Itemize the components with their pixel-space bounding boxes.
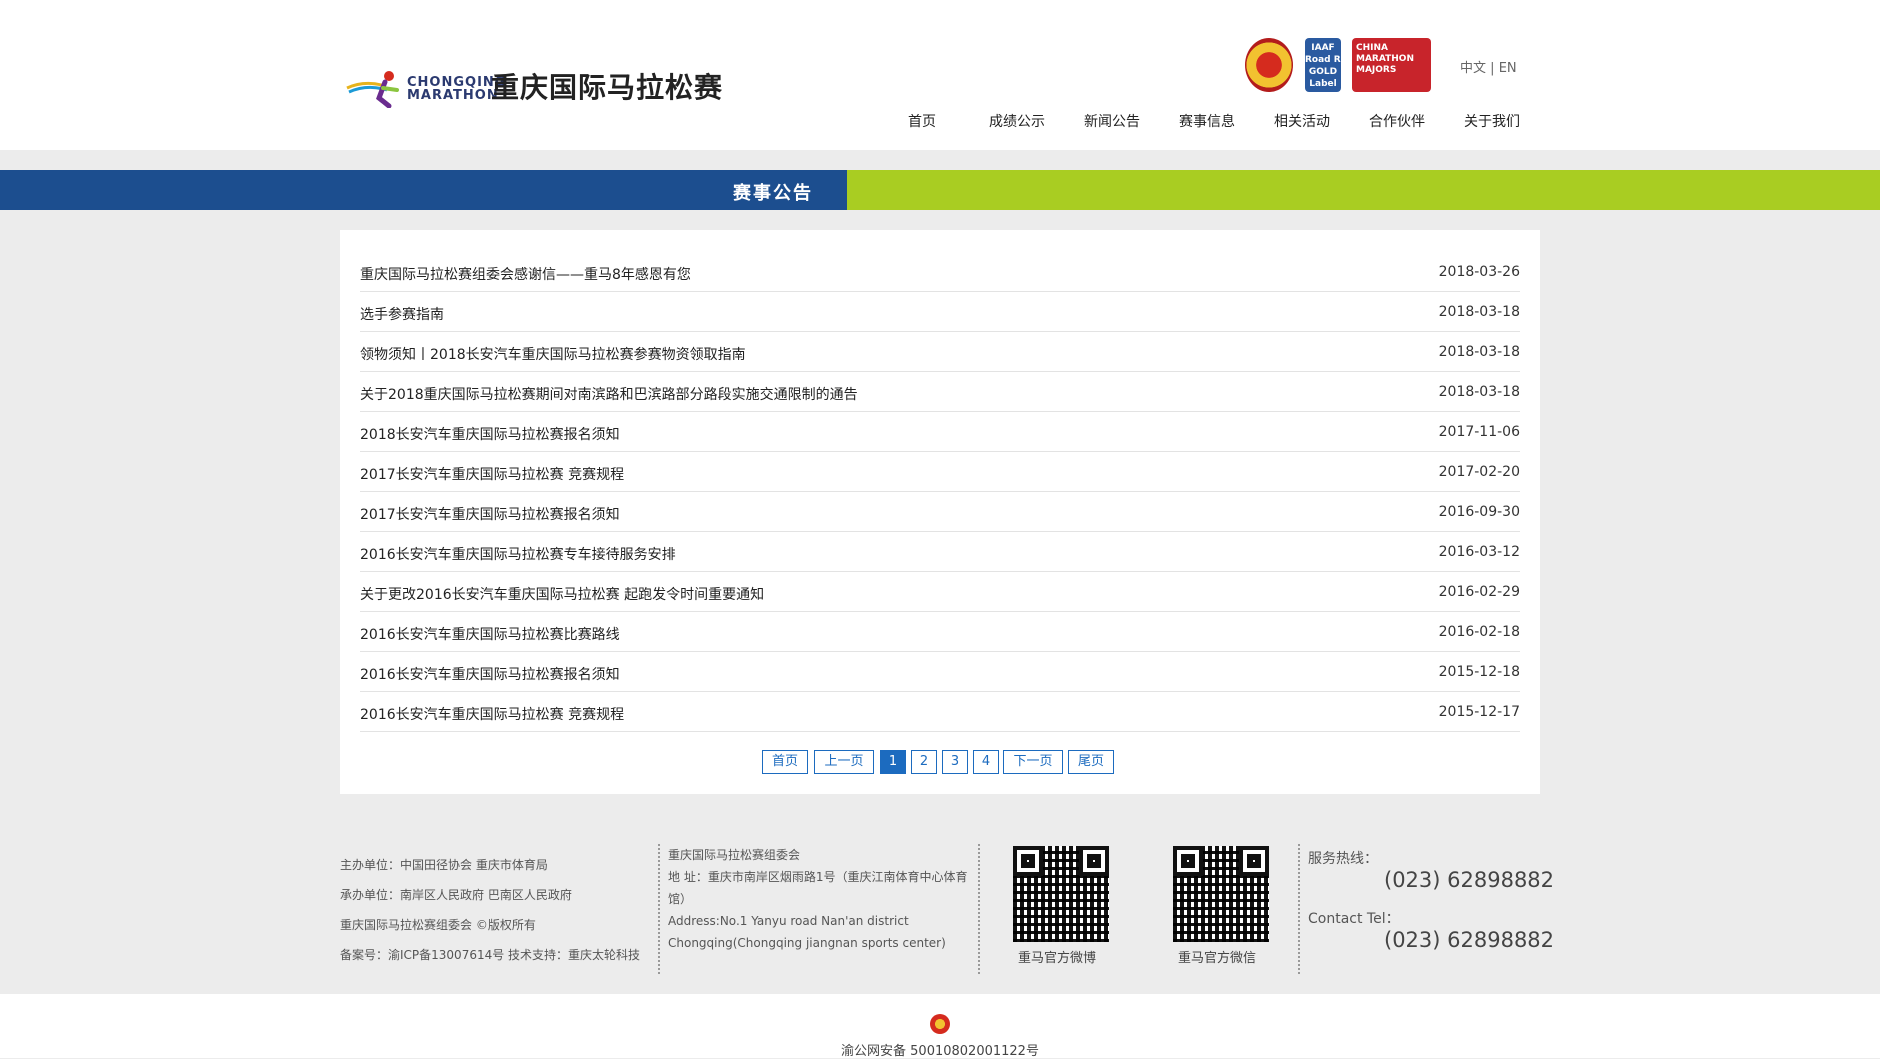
news-date: 2016-03-12 (1438, 544, 1520, 560)
nav-about[interactable]: 关于我们 (1464, 111, 1520, 131)
site-logo[interactable]: CHONGQING MARATHON 重庆国际马拉松赛 (345, 62, 722, 112)
news-title-link[interactable]: 选手参赛指南 (360, 304, 444, 324)
contact-tel-number: (023) 62898882 (1384, 928, 1555, 952)
pager-page-1[interactable]: 1 (880, 750, 906, 774)
list-item: 关于更改2016长安汽车重庆国际马拉松赛 起跑发令时间重要通知 2016-02-2… (360, 572, 1520, 612)
china-marathon-majors-badge: CHINA MARATHON MAJORS (1352, 38, 1431, 92)
list-item: 2016长安汽车重庆国际马拉松赛 竞赛规程 2015-12-17 (360, 692, 1520, 732)
contact-tel-label: Contact Tel： (1308, 911, 1400, 927)
lang-english-link[interactable]: EN (1499, 61, 1517, 76)
footer-address-en: Address:No.1 Yanyu road Nan'an district … (668, 914, 946, 950)
main-nav: 首页 成绩公示 新闻公告 赛事信息 相关活动 合作伙伴 关于我们 (0, 111, 1880, 133)
list-item: 2018长安汽车重庆国际马拉松赛报名须知 2017-11-06 (360, 412, 1520, 452)
weibo-qr-label: 重马官方微博 (1018, 951, 1097, 966)
list-item: 选手参赛指南 2018-03-18 (360, 292, 1520, 332)
lang-chinese-link[interactable]: 中文 (1460, 61, 1486, 76)
hotline-number: (023) 62898882 (1384, 868, 1555, 892)
runner-logo-icon (346, 71, 399, 108)
news-date: 2015-12-18 (1438, 664, 1520, 680)
nav-results[interactable]: 成绩公示 (989, 111, 1045, 131)
news-date: 2018-03-26 (1438, 264, 1520, 280)
pager-last-button[interactable]: 尾页 (1068, 750, 1114, 774)
list-item: 关于2018重庆国际马拉松赛期间对南滨路和巴滨路部分路段实施交通限制的通告 201… (360, 372, 1520, 412)
pager-page-3[interactable]: 3 (942, 750, 968, 774)
nav-home[interactable]: 首页 (908, 111, 936, 131)
footer-address: 重庆国际马拉松赛组委会 地 址：重庆市南岸区烟雨路1号（重庆江南体育中心体育馆）… (668, 844, 973, 954)
news-title-link[interactable]: 2016长安汽车重庆国际马拉松赛报名须知 (360, 664, 620, 684)
public-security-record[interactable]: 渝公网安备 50010802001122号 (0, 1040, 1880, 1059)
list-item: 2016长安汽车重庆国际马拉松赛报名须知 2015-12-18 (360, 652, 1520, 692)
list-item: 2016长安汽车重庆国际马拉松赛比赛路线 2016-02-18 (360, 612, 1520, 652)
pagination: 首页 上一页 1 2 3 4 下一页 尾页 (340, 750, 1540, 774)
list-item: 2017长安汽车重庆国际马拉松赛 竞赛规程 2017-02-20 (360, 452, 1520, 492)
footer-host-line: 主办单位：中国田径协会 重庆市体育局 (340, 858, 548, 872)
section-banner: 赛事公告 (0, 170, 1880, 210)
bottom-bar: 渝公网安备 50010802001122号 (0, 994, 1880, 1059)
iaaf-gold-label-badge: IAAF Road Race GOLD Label (1305, 38, 1358, 92)
list-item: 2017长安汽车重庆国际马拉松赛报名须知 2016-09-30 (360, 492, 1520, 532)
news-date: 2015-12-17 (1438, 704, 1520, 720)
footer-organizer-line: 承办单位：南岸区人民政府 巴南区人民政府 (340, 888, 572, 902)
pager-first-button[interactable]: 首页 (762, 750, 808, 774)
nav-activities[interactable]: 相关活动 (1274, 111, 1330, 131)
chinese-athletics-association-badge (1245, 38, 1293, 92)
news-date: 2018-03-18 (1438, 384, 1520, 400)
hotline-label: 服务热线： (1308, 851, 1378, 867)
nav-partners[interactable]: 合作伙伴 (1369, 111, 1425, 131)
site-footer: 主办单位：中国田径协会 重庆市体育局 承办单位：南岸区人民政府 巴南区人民政府 … (0, 814, 1880, 994)
language-switcher: 中文 | EN (1460, 57, 1517, 76)
footer-divider (1298, 844, 1300, 974)
banner-blue-band (0, 170, 847, 210)
footer-divider (978, 844, 980, 974)
footer-divider (658, 844, 660, 974)
news-title-link[interactable]: 2018长安汽车重庆国际马拉松赛报名须知 (360, 424, 620, 444)
police-badge-icon (930, 1014, 950, 1034)
footer-copyright-line: 重庆国际马拉松赛组委会 ©版权所有 (340, 918, 536, 932)
news-date: 2017-11-06 (1438, 424, 1520, 440)
footer-organizers: 主办单位：中国田径协会 重庆市体育局 承办单位：南岸区人民政府 巴南区人民政府 … (340, 850, 640, 970)
footer-address-cn: 地 址：重庆市南岸区烟雨路1号（重庆江南体育中心体育馆） (668, 870, 968, 906)
footer-icp-line[interactable]: 备案号：渝ICP备13007614号 技术支持：重庆太轮科技 (340, 940, 640, 970)
logo-chinese-text: 重庆国际马拉松赛 (491, 71, 724, 104)
news-title-link[interactable]: 2016长安汽车重庆国际马拉松赛 竞赛规程 (360, 704, 624, 724)
pager-prev-button[interactable]: 上一页 (814, 750, 874, 774)
news-panel: 重庆国际马拉松赛组委会感谢信——重马8年感恩有您 2018-03-26 选手参赛指… (340, 230, 1540, 794)
nav-race-info[interactable]: 赛事信息 (1179, 111, 1235, 131)
lang-separator: | (1490, 61, 1495, 76)
news-list: 重庆国际马拉松赛组委会感谢信——重马8年感恩有您 2018-03-26 选手参赛指… (360, 252, 1520, 732)
list-item: 2016长安汽车重庆国际马拉松赛专车接待服务安排 2016-03-12 (360, 532, 1520, 572)
news-title-link[interactable]: 2017长安汽车重庆国际马拉松赛 竞赛规程 (360, 464, 624, 484)
wechat-qr-label: 重马官方微信 (1178, 951, 1257, 966)
list-item: 领物须知丨2018长安汽车重庆国际马拉松赛参赛物资领取指南 2018-03-18 (360, 332, 1520, 372)
news-title-link[interactable]: 关于更改2016长安汽车重庆国际马拉松赛 起跑发令时间重要通知 (360, 584, 764, 604)
news-title-link[interactable]: 2016长安汽车重庆国际马拉松赛比赛路线 (360, 624, 620, 644)
section-title: 赛事公告 (733, 183, 813, 204)
pager-next-button[interactable]: 下一页 (1003, 750, 1063, 774)
site-header: CHONGQING MARATHON 重庆国际马拉松赛 IAAF Road Ra… (0, 0, 1880, 150)
news-title-link[interactable]: 2017长安汽车重庆国际马拉松赛报名须知 (360, 504, 620, 524)
weibo-qr-code (1013, 846, 1109, 942)
wechat-qr-code (1173, 846, 1269, 942)
nav-news[interactable]: 新闻公告 (1084, 111, 1140, 131)
news-title-link[interactable]: 关于2018重庆国际马拉松赛期间对南滨路和巴滨路部分路段实施交通限制的通告 (360, 384, 858, 404)
banner-green-band (847, 170, 1880, 210)
pager-page-4[interactable]: 4 (973, 750, 999, 774)
pager-page-2[interactable]: 2 (911, 750, 937, 774)
news-date: 2016-02-29 (1438, 584, 1520, 600)
news-date: 2017-02-20 (1438, 464, 1520, 480)
footer-org-name: 重庆国际马拉松赛组委会 (668, 848, 801, 862)
news-date: 2016-02-18 (1438, 624, 1520, 640)
news-date: 2016-09-30 (1438, 504, 1520, 520)
list-item: 重庆国际马拉松赛组委会感谢信——重马8年感恩有您 2018-03-26 (360, 252, 1520, 292)
news-title-link[interactable]: 重庆国际马拉松赛组委会感谢信——重马8年感恩有您 (360, 264, 691, 284)
news-date: 2018-03-18 (1438, 344, 1520, 360)
news-date: 2018-03-18 (1438, 304, 1520, 320)
news-title-link[interactable]: 领物须知丨2018长安汽车重庆国际马拉松赛参赛物资领取指南 (360, 344, 746, 364)
news-title-link[interactable]: 2016长安汽车重庆国际马拉松赛专车接待服务安排 (360, 544, 676, 564)
